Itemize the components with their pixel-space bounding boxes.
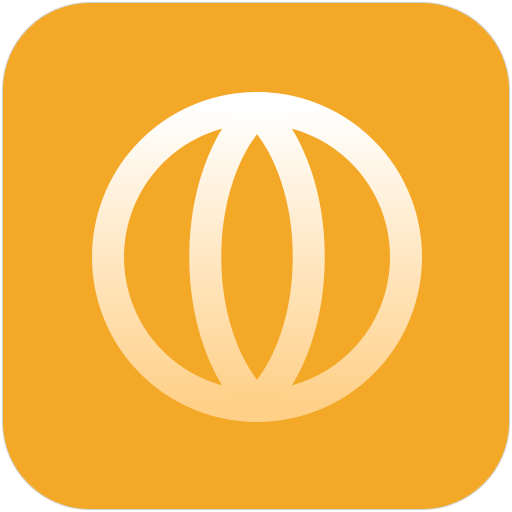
globe-icon [3,3,509,509]
canvas [0,0,512,512]
app-icon[interactable] [2,2,510,510]
